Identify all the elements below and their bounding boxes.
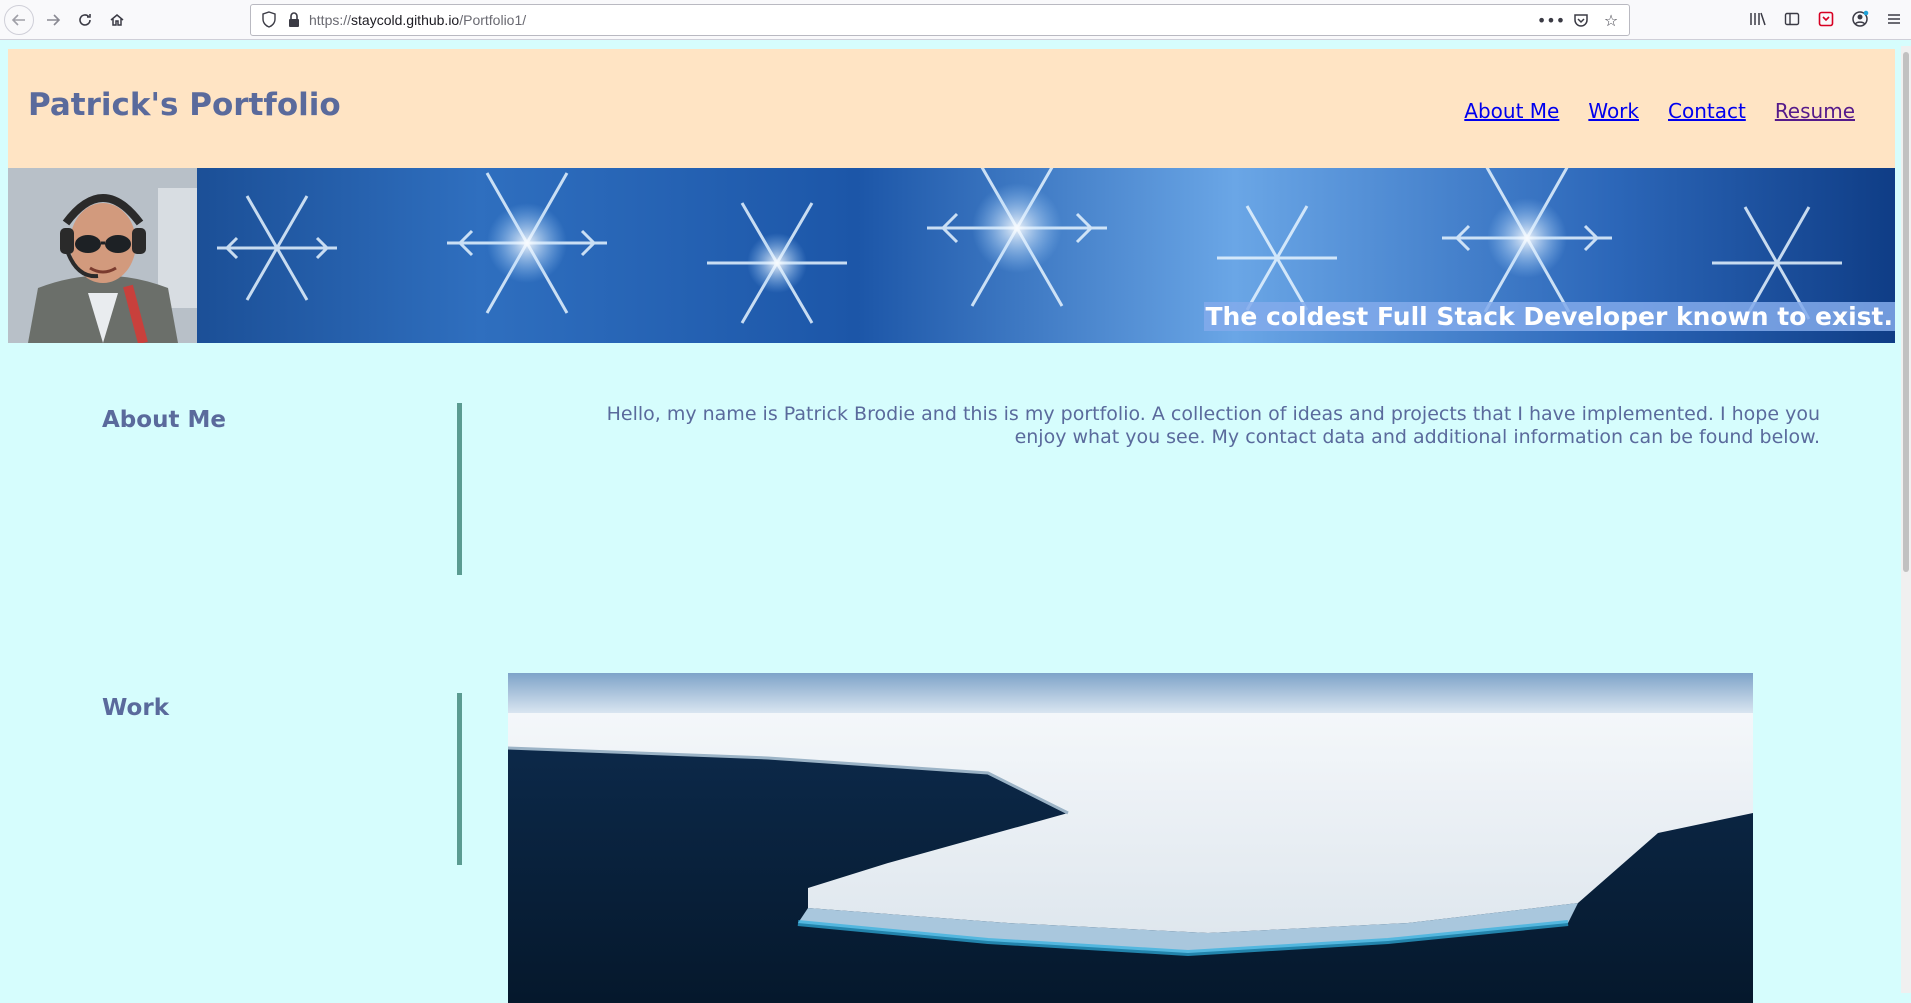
about-section: About Me Hello, my name is Patrick Brodi… [0,403,1911,578]
hero-banner: The coldest Full Stack Developer known t… [8,168,1895,343]
bookmark-star-icon[interactable]: ☆ [1601,9,1621,31]
site-title: Patrick's Portfolio [28,87,341,123]
url-text[interactable]: https://staycold.github.io/Portfolio1/ [309,12,526,28]
nav-link-contact[interactable]: Contact [1668,99,1746,123]
shield-icon[interactable] [261,11,277,29]
banner-tagline: The coldest Full Stack Developer known t… [1203,302,1895,331]
extension-icon[interactable] [1815,6,1837,32]
profile-photo [8,168,197,343]
reload-icon[interactable] [70,5,100,35]
nav-link-about-me[interactable]: About Me [1464,99,1559,123]
main-nav: About Me Work Contact Resume [1464,99,1855,123]
menu-icon[interactable] [1883,6,1905,32]
work-divider [457,693,462,865]
about-heading: About Me [102,407,226,433]
more-icon[interactable]: ••• [1537,9,1565,31]
pocket-icon[interactable] [1571,9,1591,31]
nav-link-work[interactable]: Work [1588,99,1639,123]
page: Patrick's Portfolio About Me Work Contac… [0,40,1911,1003]
home-icon[interactable] [102,5,132,35]
sidebar-icon[interactable] [1781,6,1803,32]
account-icon[interactable] [1849,6,1871,32]
library-icon[interactable] [1747,6,1769,32]
url-host: staycold.github.io [351,12,460,28]
scrollbar-thumb[interactable] [1903,52,1909,572]
lock-icon[interactable] [286,11,302,29]
url-prefix: https:// [309,12,352,28]
url-path: /Portfolio1/ [459,12,527,28]
back-arrow-icon[interactable] [4,5,34,35]
page-scrollbar[interactable] [1901,46,1911,993]
site-header: Patrick's Portfolio About Me Work Contac… [8,49,1895,168]
browser-toolbar: https://staycold.github.io/Portfolio1/ •… [0,0,1911,40]
about-divider [457,403,462,575]
about-text: Hello, my name is Patrick Brodie and thi… [606,403,1820,448]
forward-arrow-icon[interactable] [38,5,68,35]
iceberg-image [508,673,1753,1003]
nav-link-resume[interactable]: Resume [1775,99,1855,123]
work-section: Work [0,673,1911,1003]
work-heading: Work [102,695,169,721]
url-bar[interactable]: https://staycold.github.io/Portfolio1/ •… [250,4,1630,36]
